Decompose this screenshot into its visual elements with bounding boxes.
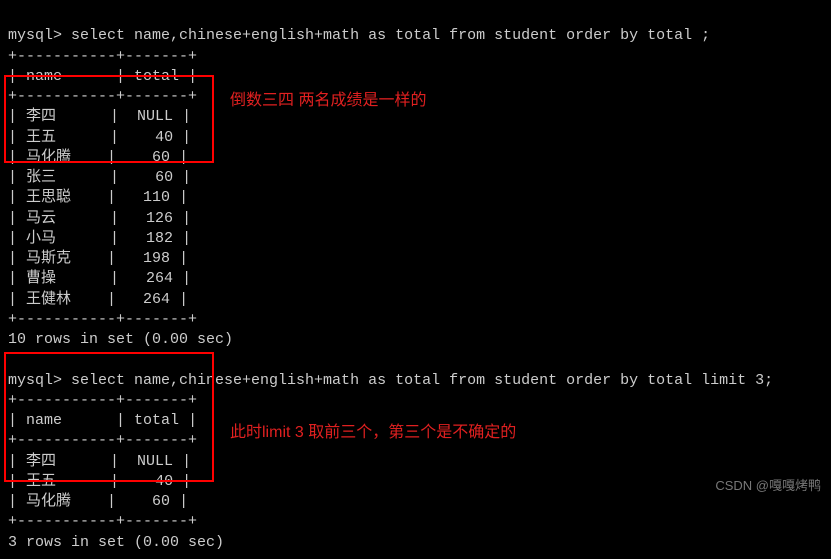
result-footer: 3 rows in set (0.00 sec) bbox=[8, 534, 224, 551]
result-footer: 10 rows in set (0.00 sec) bbox=[8, 331, 233, 348]
table-row: | 小马 | 182 | bbox=[8, 230, 191, 247]
table-row: | 曹操 | 264 | bbox=[8, 270, 191, 287]
table-row: | 张三 | 60 | bbox=[8, 169, 191, 186]
table-sep: +-----------+-------+ bbox=[8, 48, 197, 65]
watermark: CSDN @嘎嘎烤鸭 bbox=[715, 475, 821, 494]
annotation-1: 倒数三四 两名成绩是一样的 bbox=[230, 86, 426, 110]
table-row: | 王思聪 | 110 | bbox=[8, 189, 188, 206]
annotation-2: 此时limit 3 取前三个，第三个是不确定的 bbox=[230, 418, 516, 442]
prompt: mysql> bbox=[8, 27, 62, 44]
sql-query-1: select name,chinese+english+math as tota… bbox=[62, 27, 710, 44]
highlight-box-1 bbox=[4, 75, 214, 163]
table-sep: +-----------+-------+ bbox=[8, 513, 197, 530]
table-row: | 马云 | 126 | bbox=[8, 210, 191, 227]
table-sep: +-----------+-------+ bbox=[8, 311, 197, 328]
table-row: | 王健林 | 264 | bbox=[8, 291, 188, 308]
table-row: | 马化腾 | 60 | bbox=[8, 493, 188, 510]
highlight-box-2 bbox=[4, 352, 214, 482]
table-row: | 马斯克 | 198 | bbox=[8, 250, 188, 267]
